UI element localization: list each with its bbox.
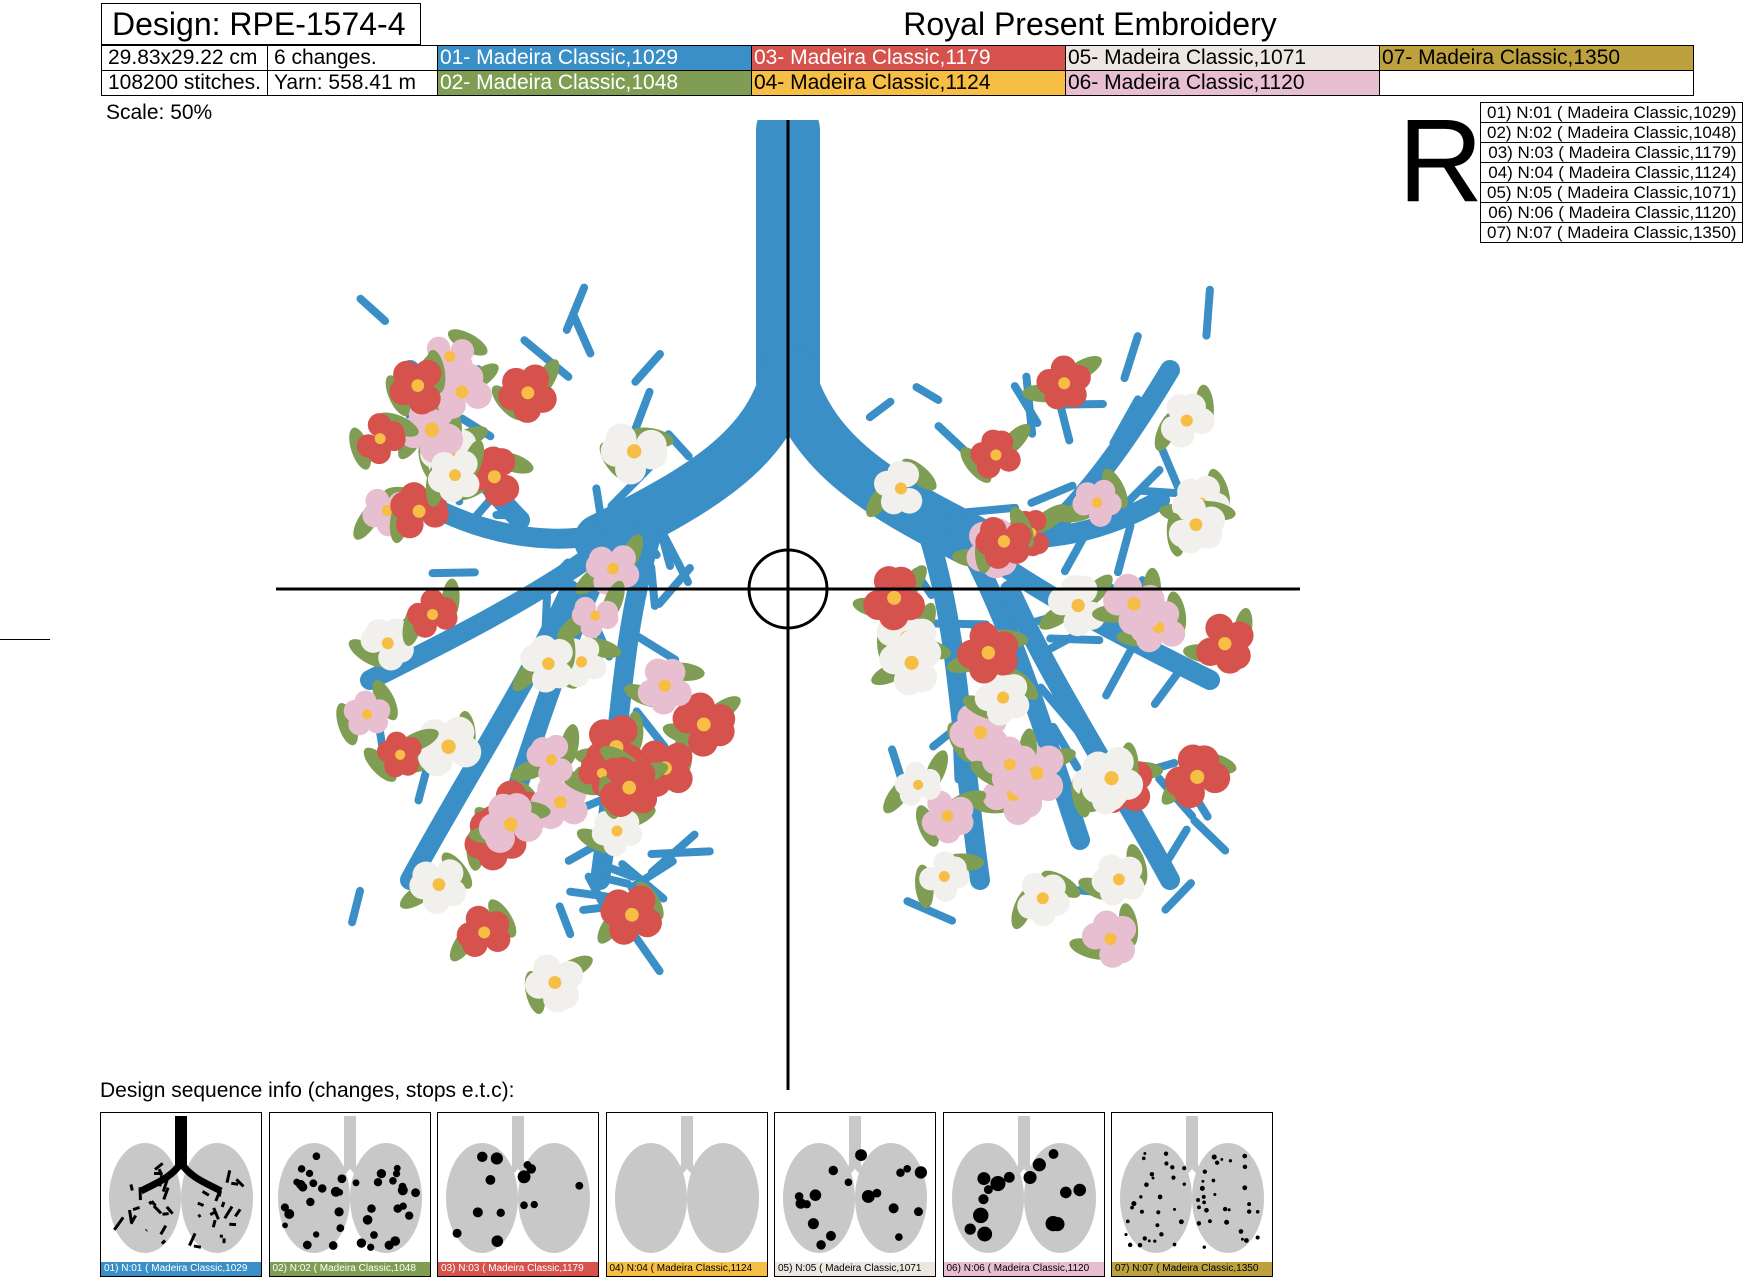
legend-item: 01) N:01 ( Madeira Classic,1029): [1479, 102, 1744, 123]
thumbnail-label: 03) N:03 ( Madeira Classic,1179: [438, 1262, 598, 1276]
thumbnail-lungs-image: [1120, 1116, 1264, 1253]
swatch-6: 06- Madeira Classic,1120: [1064, 70, 1380, 96]
swatch-3: 03- Madeira Classic,1179: [750, 45, 1066, 71]
swatch-2: 02- Madeira Classic,1048: [436, 70, 752, 96]
swatch-empty: [1378, 70, 1694, 96]
legend-item: 06) N:06 ( Madeira Classic,1120): [1479, 202, 1744, 223]
sequence-thumbnail: 02) N:02 ( Madeira Classic,1048: [268, 1112, 431, 1277]
design-info-table: 29.83x29.22 cm 6 changes. 01- Madeira Cl…: [101, 45, 1694, 96]
sequence-thumbnail: 07) N:07 ( Madeira Classic,1350: [1111, 1112, 1273, 1277]
legend-item: 04) N:04 ( Madeira Classic,1124): [1479, 162, 1744, 183]
thumbnail-label: 02) N:02 ( Madeira Classic,1048: [269, 1262, 430, 1276]
yarn-cell: Yarn: 558.41 m: [266, 70, 438, 96]
legend-item: 03) N:03 ( Madeira Classic,1179): [1479, 142, 1744, 163]
lungs-embroidery-image: [276, 90, 1300, 1090]
swatch-7: 07- Madeira Classic,1350: [1378, 45, 1694, 71]
sequence-thumbnail: 06) N:06 ( Madeira Classic,1120: [942, 1112, 1105, 1277]
size-cell: 29.83x29.22 cm: [101, 45, 268, 71]
sequence-thumbnail: 01) N:01 ( Madeira Classic,1029: [100, 1112, 262, 1277]
legend-item: 05) N:05 ( Madeira Classic,1071): [1479, 182, 1744, 203]
swatch-4: 04- Madeira Classic,1124: [750, 70, 1066, 96]
thumbnail-lungs-image: [277, 1116, 422, 1253]
sequence-thumbnail: 04) N:04 ( Madeira Classic,1124: [605, 1112, 768, 1277]
design-title: Design: RPE-1574-4: [101, 3, 421, 45]
thumbnail-label: 06) N:06 ( Madeira Classic,1120: [943, 1262, 1104, 1276]
thread-legend: 01) N:01 ( Madeira Classic,1029) 02) N:0…: [1479, 102, 1744, 243]
thumbnail-label: 05) N:05 ( Madeira Classic,1071: [775, 1262, 935, 1276]
thumbnail-lungs-image: [614, 1116, 759, 1253]
swatch-1: 01- Madeira Classic,1029: [436, 45, 752, 71]
legend-item: 02) N:02 ( Madeira Classic,1048): [1479, 122, 1744, 143]
swatch-5: 05- Madeira Classic,1071: [1064, 45, 1380, 71]
scale-label: Scale: 50%: [106, 101, 213, 124]
legend-item: 07) N:07 ( Madeira Classic,1350): [1479, 222, 1744, 243]
brand-title: Royal Present Embroidery: [903, 6, 1277, 42]
thumbnail-lungs-image: [446, 1116, 590, 1253]
orientation-mark: R: [1398, 95, 1484, 227]
thumbnail-lungs-image: [109, 1116, 253, 1253]
thumbnail-lungs-image: [951, 1116, 1096, 1253]
margin-tick: [0, 639, 50, 640]
changes-cell: 6 changes.: [266, 45, 438, 71]
embroidery-preview: [270, 90, 1310, 1100]
thumbnail-lungs-image: [783, 1116, 928, 1253]
thumbnail-label: 07) N:07 ( Madeira Classic,1350: [1112, 1262, 1272, 1276]
sequence-title: Design sequence info (changes, stops e.t…: [100, 1079, 515, 1102]
thumbnail-label: 04) N:04 ( Madeira Classic,1124: [606, 1262, 767, 1276]
sequence-thumbnail: 03) N:03 ( Madeira Classic,1179: [437, 1112, 599, 1277]
stitches-cell: 108200 stitches.: [101, 70, 268, 96]
sequence-thumbnail: 05) N:05 ( Madeira Classic,1071: [774, 1112, 936, 1277]
thumbnail-label: 01) N:01 ( Madeira Classic,1029: [101, 1262, 261, 1276]
